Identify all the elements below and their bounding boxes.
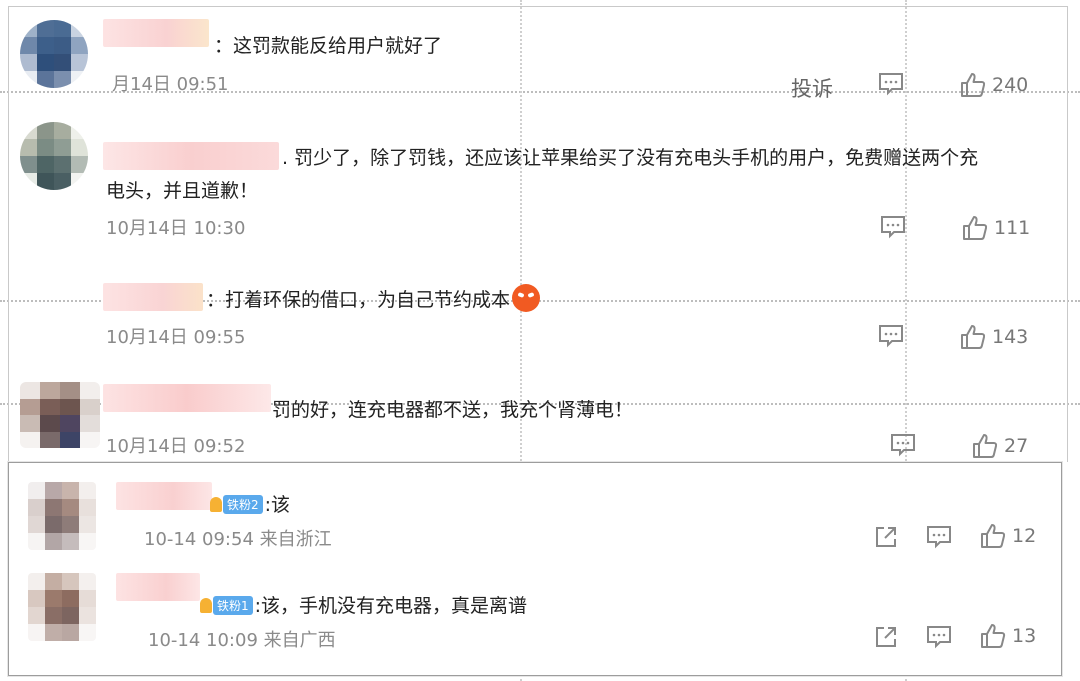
comment-text: . 罚少了，除了罚钱，还应该让苹果给买了没有充电头手机的用户，免费赠送两个充	[282, 147, 979, 169]
like-count: 27	[1004, 435, 1029, 457]
comment-text: 罚的好，连充电器都不送，我充个肾薄电！	[272, 399, 634, 421]
thumbs-up-icon	[981, 524, 1006, 548]
like-count: 13	[1012, 625, 1037, 647]
angry-face-emoji	[512, 284, 541, 312]
comment-time: 10月14日 09:52	[106, 436, 246, 457]
avatar[interactable]	[20, 382, 100, 448]
fan-icon	[210, 497, 222, 512]
username-blurred[interactable]	[103, 384, 271, 412]
thumbs-up-icon	[973, 434, 998, 458]
like-button[interactable]: 143	[960, 324, 1028, 350]
like-count: 12	[1012, 525, 1037, 547]
comment-icon	[881, 216, 905, 239]
comment-icon	[927, 626, 951, 649]
reply-text-content: :该，手机没有充电器，真是离谱	[254, 595, 528, 617]
avatar[interactable]	[28, 573, 96, 641]
reply-time: 10-14 09:54 来自浙江	[144, 529, 332, 550]
comment-icon	[927, 526, 951, 549]
fan-badge: 铁粉1	[213, 596, 253, 615]
comment-time: 10月14日 09:55	[106, 327, 246, 348]
like-button[interactable]: 13	[980, 623, 1036, 649]
username-blurred[interactable]	[103, 283, 203, 311]
like-button[interactable]: 240	[960, 72, 1028, 98]
reply-time: 10-14 10:09 来自广西	[148, 630, 336, 651]
comment-button[interactable]	[878, 72, 904, 96]
thumbs-up-icon	[961, 73, 986, 97]
like-count: 111	[994, 217, 1031, 239]
comment-button[interactable]	[926, 625, 952, 649]
comment-icon	[879, 325, 903, 348]
comment-text-line2: 电头，并且道歉！	[106, 180, 259, 202]
thumbs-up-icon	[961, 325, 986, 349]
like-button[interactable]: 27	[972, 433, 1028, 459]
like-count: 143	[992, 326, 1029, 348]
username-blurred[interactable]	[116, 482, 212, 510]
avatar[interactable]	[28, 482, 96, 550]
comment-icon	[879, 73, 903, 96]
comment-text: ：打着环保的借口，为自己节约成本	[206, 284, 541, 312]
username-blurred[interactable]	[116, 573, 200, 601]
username-blurred[interactable]	[103, 19, 209, 47]
share-icon	[876, 527, 896, 547]
comment-button[interactable]	[880, 215, 906, 239]
like-button[interactable]: 12	[980, 523, 1036, 549]
avatar[interactable]	[20, 122, 88, 190]
reply-text: 铁粉1:该，手机没有充电器，真是离谱	[200, 591, 527, 618]
report-button[interactable]: 投诉	[791, 73, 833, 103]
like-button[interactable]: 111	[962, 215, 1030, 241]
comment-text-content: ：打着环保的借口，为自己节约成本	[206, 289, 511, 311]
reply-text: 铁粉2:该	[210, 490, 290, 517]
username-blurred[interactable]	[103, 142, 279, 170]
comment-time: 月14日 09:51	[112, 74, 229, 95]
comment-button[interactable]	[926, 525, 952, 549]
share-button[interactable]	[874, 625, 898, 649]
thumbs-up-icon	[981, 624, 1006, 648]
thumbs-up-icon	[963, 216, 988, 240]
fan-badge: 铁粉2	[223, 495, 263, 514]
share-icon	[876, 627, 896, 647]
comment-time: 10月14日 10:30	[106, 218, 246, 239]
comment-icon	[891, 434, 915, 457]
share-button[interactable]	[874, 525, 898, 549]
avatar[interactable]	[20, 20, 88, 88]
comment-button[interactable]	[890, 433, 916, 457]
reply-text-content: :该	[264, 494, 291, 516]
comment-button[interactable]	[878, 324, 904, 348]
fan-icon	[200, 598, 212, 613]
comment-text: ：这罚款能反给用户就好了	[214, 35, 443, 57]
like-count: 240	[992, 74, 1029, 96]
comment-screenshot: ：这罚款能反给用户就好了 月14日 09:51 投诉 240 . 罚少了，除了罚…	[0, 0, 1080, 681]
